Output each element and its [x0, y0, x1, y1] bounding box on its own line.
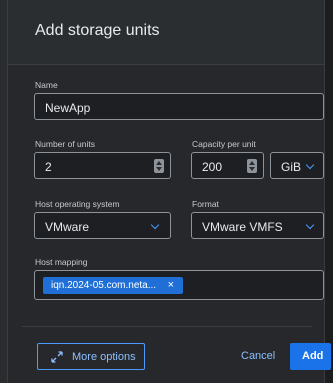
name-value: NewApp: [45, 101, 91, 115]
dialog-header: Add storage units: [8, 0, 324, 65]
name-label: Name: [35, 80, 58, 90]
background-panel: [0, 0, 7, 383]
add-button-label: Add: [302, 350, 324, 362]
format-select[interactable]: VMware VMFS: [191, 212, 324, 239]
capacity-value: 200: [202, 160, 223, 174]
host-os-select[interactable]: VMware: [34, 212, 171, 239]
host-os-value: VMware: [45, 220, 90, 234]
capacity-input[interactable]: 200: [191, 152, 264, 179]
host-mapping-tag-text: iqn.2024-05.com.neta...: [51, 280, 157, 291]
add-button[interactable]: Add: [290, 343, 331, 370]
chevron-down-icon: [150, 220, 160, 230]
capacity-label: Capacity per unit: [192, 139, 256, 149]
units-input[interactable]: 2: [34, 152, 171, 179]
host-mapping-tag: iqn.2024-05.com.neta... ×: [43, 277, 183, 294]
remove-tag-icon[interactable]: ×: [168, 279, 174, 291]
capacity-unit-value: GiB: [281, 160, 302, 174]
capacity-unit-select[interactable]: GiB: [270, 152, 324, 179]
more-options-label: More options: [72, 351, 136, 363]
host-mapping-input[interactable]: iqn.2024-05.com.neta... ×: [34, 270, 324, 300]
cancel-button[interactable]: Cancel: [241, 350, 275, 362]
units-value: 2: [45, 160, 52, 174]
footer-divider: [22, 326, 312, 327]
format-value: VMware VMFS: [202, 220, 283, 234]
more-options-button[interactable]: More options: [37, 343, 145, 370]
host-mapping-label: Host mapping: [35, 257, 88, 267]
add-storage-units-dialog: Add storage units Name NewApp Number of …: [7, 0, 331, 383]
expand-icon: [51, 351, 63, 363]
chevron-down-icon: [305, 220, 315, 230]
host-os-label: Host operating system: [35, 199, 120, 209]
chevron-down-icon: [305, 160, 315, 170]
units-stepper[interactable]: [154, 159, 164, 173]
format-label: Format: [192, 199, 219, 209]
capacity-stepper[interactable]: [247, 159, 257, 173]
units-label: Number of units: [35, 139, 95, 149]
dialog-title: Add storage units: [35, 22, 160, 39]
name-input[interactable]: NewApp: [34, 93, 324, 120]
